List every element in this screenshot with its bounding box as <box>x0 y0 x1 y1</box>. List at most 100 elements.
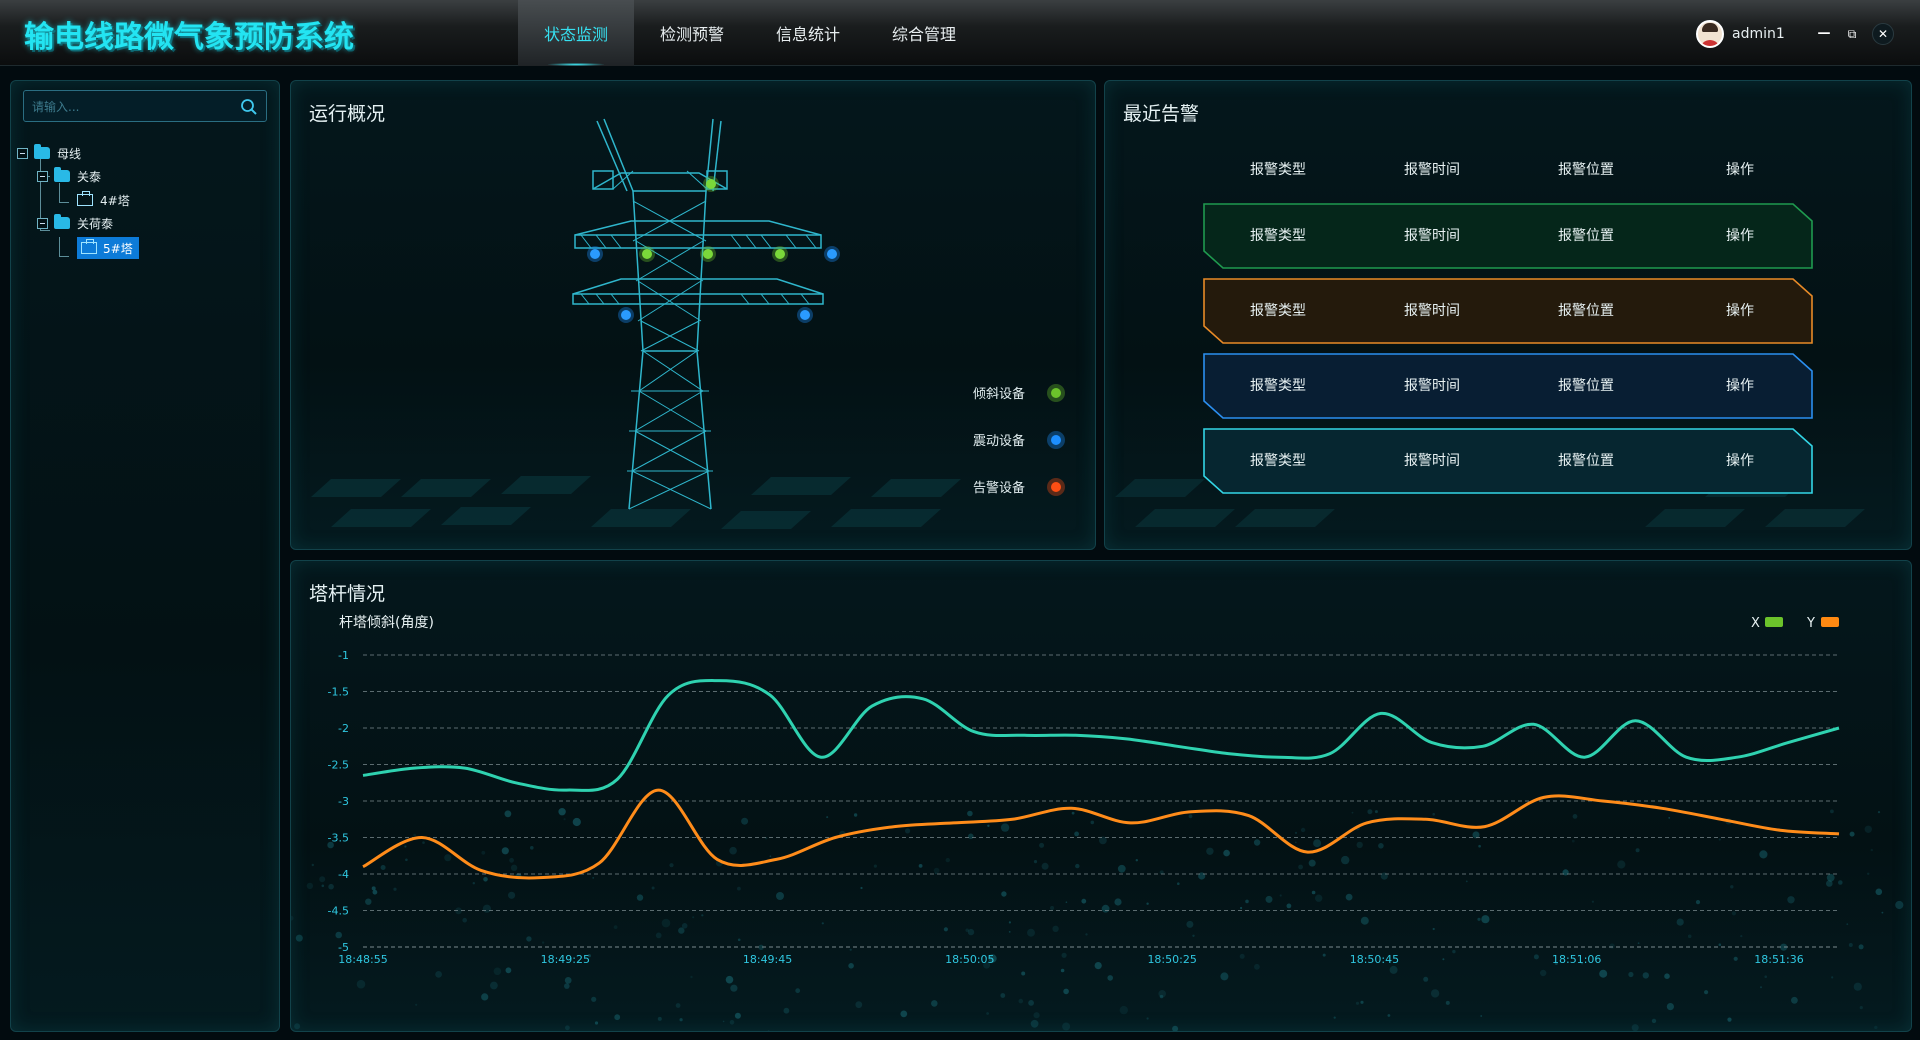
particle <box>1870 848 1874 852</box>
collapse-icon[interactable] <box>37 170 48 182</box>
device-tree-panel: 母线 关泰 4#塔 关荷泰 5#塔 <box>10 80 280 1032</box>
particle <box>1668 817 1671 819</box>
tab-general-management[interactable]: 综合管理 <box>866 0 982 66</box>
particle <box>1041 862 1049 870</box>
panel-title: 最近告警 <box>1123 103 1200 125</box>
close-icon[interactable]: ✕ <box>1872 23 1894 45</box>
particle <box>1355 1001 1360 1005</box>
collapse-icon[interactable] <box>17 147 28 159</box>
particle <box>1731 911 1736 916</box>
particle <box>481 993 489 1001</box>
alarm-action[interactable]: 操作 <box>1663 221 1817 251</box>
particle <box>1071 811 1075 815</box>
particle <box>1609 943 1615 949</box>
particle <box>1311 890 1316 895</box>
particle <box>1853 982 1862 991</box>
tab-status-monitor[interactable]: 状态监测 <box>518 0 634 66</box>
minimize-icon[interactable]: — <box>1814 24 1834 44</box>
particle <box>769 855 772 857</box>
particle <box>725 975 734 984</box>
alarm-row[interactable]: 报警类型 报警时间 报警位置 操作 <box>1203 428 1813 494</box>
particle <box>1631 1024 1639 1031</box>
username[interactable]: admin1 <box>1732 26 1785 42</box>
particle <box>1033 1012 1040 1019</box>
particle <box>661 918 671 928</box>
tab-info-statistics[interactable]: 信息统计 <box>750 0 866 66</box>
particle <box>729 846 737 855</box>
particle <box>1074 831 1079 837</box>
restore-icon[interactable]: ⧉ <box>1842 24 1862 44</box>
alarm-row[interactable]: 报警类型 报警时间 报警位置 操作 <box>1203 353 1813 419</box>
particle <box>413 833 416 837</box>
particle <box>826 816 829 819</box>
particle <box>1008 921 1012 924</box>
collapse-icon[interactable] <box>37 217 48 229</box>
tree-node-tower-4[interactable]: 4#塔 <box>77 190 133 210</box>
particle <box>848 963 854 969</box>
alarm-action[interactable]: 操作 <box>1663 446 1817 476</box>
tab-detection-warning[interactable]: 检测预警 <box>634 0 750 66</box>
particle <box>1859 1006 1863 1010</box>
particle <box>1445 1000 1450 1005</box>
particle <box>481 850 486 855</box>
tree-node-guantai[interactable]: 关泰 <box>37 166 104 186</box>
particle <box>1432 812 1435 816</box>
particle <box>1356 841 1363 849</box>
particle <box>1253 839 1261 846</box>
particle <box>1687 934 1692 939</box>
alarm-cell: 报警类型 <box>1250 228 1306 244</box>
particle <box>1895 900 1904 910</box>
alarm-cell: 报警类型 <box>1250 303 1306 319</box>
tree-node-busbar[interactable]: 母线 <box>17 143 84 163</box>
alarm-cell: 报警位置 <box>1558 453 1614 469</box>
search-icon[interactable] <box>240 98 258 116</box>
particle <box>372 889 378 895</box>
particle <box>508 891 516 899</box>
particle <box>986 1012 989 1015</box>
alarm-row[interactable]: 报警类型 报警时间 报警位置 操作 <box>1203 278 1813 344</box>
particle <box>675 1003 681 1008</box>
particle <box>1094 962 1102 970</box>
alarm-action[interactable]: 操作 <box>1663 296 1817 326</box>
x-tick-label: 18:50:25 <box>1147 953 1196 966</box>
particle <box>1027 928 1035 937</box>
alarm-action[interactable]: 操作 <box>1663 371 1817 401</box>
particle <box>737 938 741 942</box>
particle <box>1635 848 1640 853</box>
x-tick-label: 18:51:06 <box>1552 953 1601 966</box>
tree-node-label: 4#塔 <box>100 193 130 208</box>
particle <box>501 847 509 855</box>
y-tick-label: -1.5 <box>328 686 349 699</box>
particle <box>1477 917 1481 921</box>
tree-node-tower-5[interactable]: 5#塔 <box>77 237 139 259</box>
avatar[interactable] <box>1696 20 1724 48</box>
particle <box>855 1001 863 1009</box>
particle <box>1826 880 1833 887</box>
particle <box>1848 943 1853 947</box>
particle <box>918 864 923 868</box>
alarm-cell: 报警时间 <box>1404 378 1460 394</box>
particle <box>1740 935 1743 938</box>
alarm-row[interactable]: 报警类型 报警时间 报警位置 操作 <box>1203 203 1813 269</box>
particle <box>1831 976 1834 979</box>
particle <box>493 967 502 976</box>
particle <box>767 1029 770 1031</box>
particle <box>311 863 314 867</box>
particle <box>655 932 662 939</box>
particle <box>1308 859 1316 867</box>
user-menu[interactable]: admin1 <box>1696 20 1785 48</box>
particle <box>1000 993 1006 998</box>
particle <box>509 857 514 863</box>
particle <box>1119 1005 1128 1015</box>
search-input[interactable] <box>32 97 232 117</box>
particle <box>1021 971 1026 976</box>
particle <box>651 886 655 890</box>
particle <box>328 883 334 890</box>
column-header: 报警位置 <box>1558 162 1614 178</box>
tree-node-guanhetai[interactable]: 关荷泰 <box>37 213 116 233</box>
particle <box>564 977 572 984</box>
particle <box>1001 891 1007 897</box>
particle <box>776 892 784 900</box>
particle <box>1540 969 1547 977</box>
x-tick-label: 18:48:55 <box>338 953 387 966</box>
